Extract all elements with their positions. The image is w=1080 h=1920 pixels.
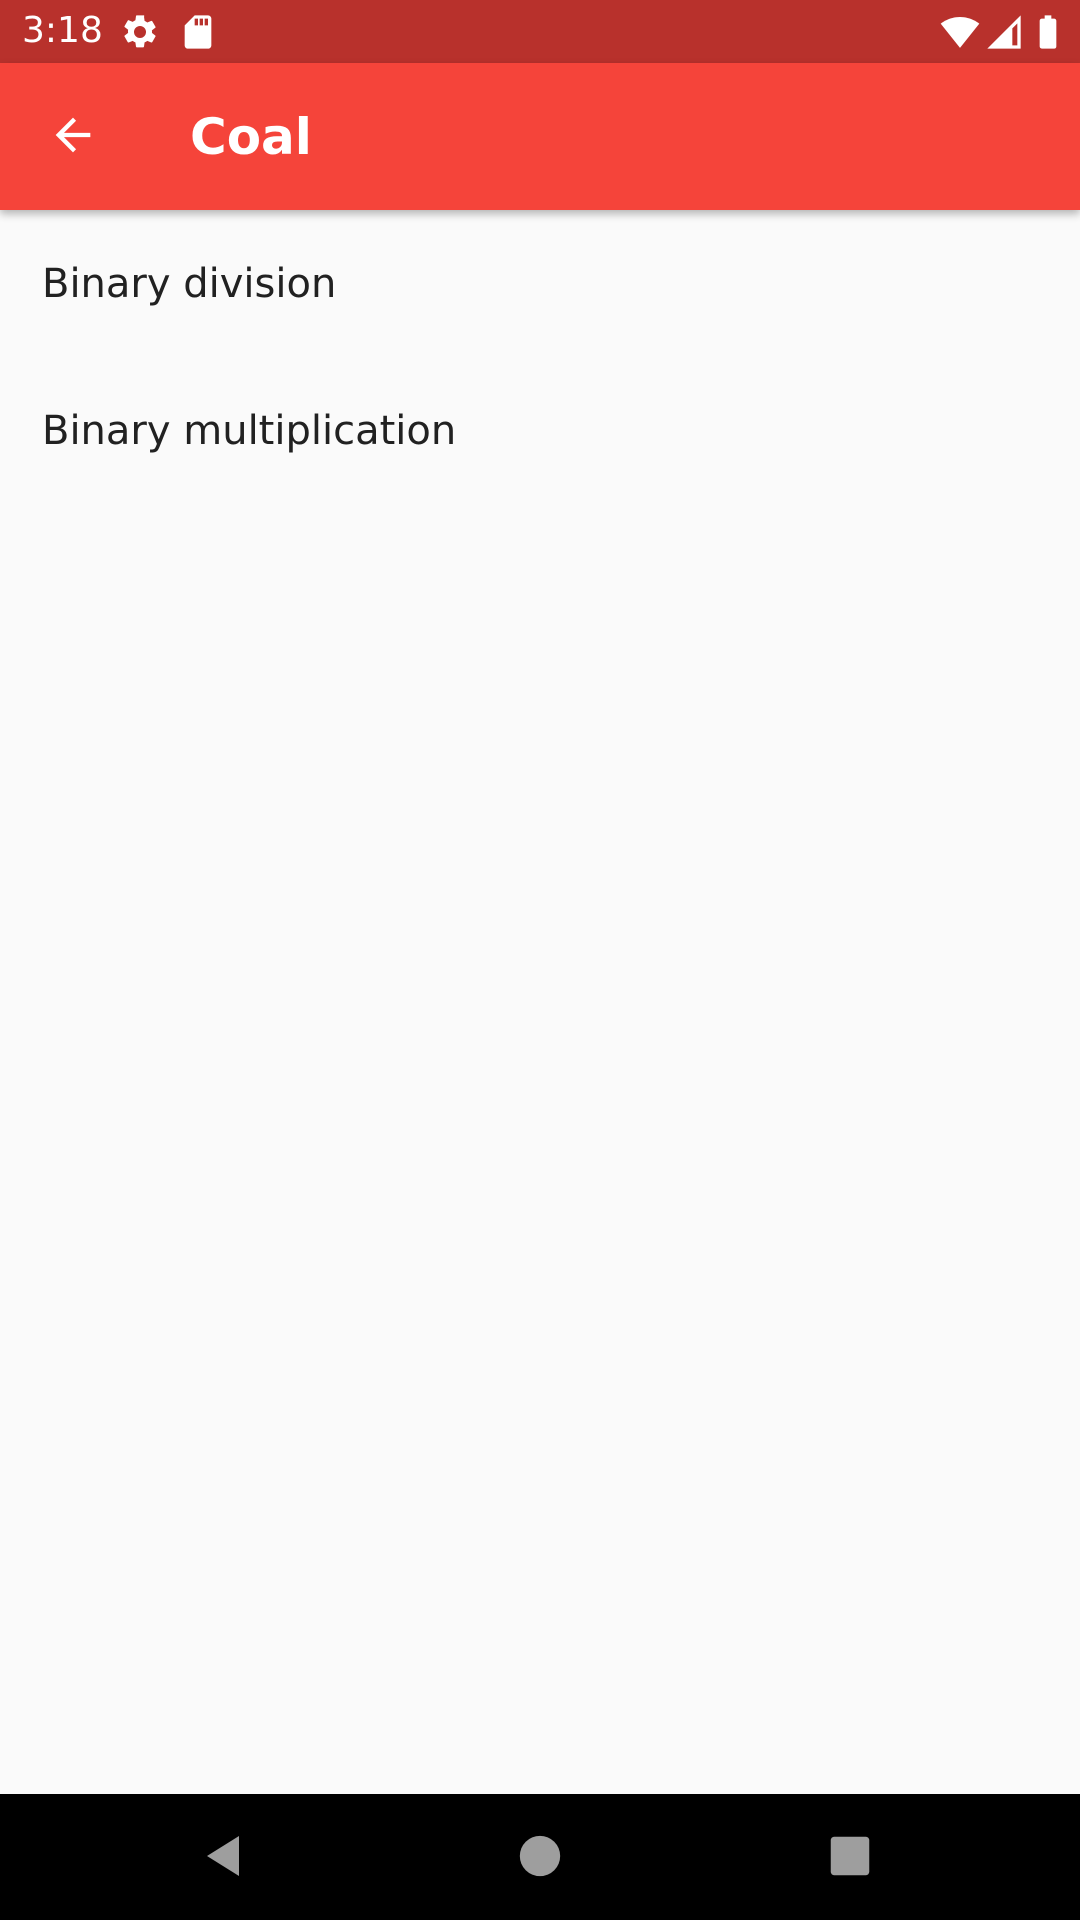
list-item-binary-multiplication[interactable]: Binary multiplication: [0, 357, 1080, 504]
arrow-back-icon: [47, 109, 99, 165]
status-time: 3:18: [22, 10, 103, 51]
wifi-icon: [940, 12, 980, 52]
home-circle-icon: [518, 1834, 562, 1882]
nav-back-button[interactable]: [189, 1822, 261, 1894]
status-bar: 3:18: [0, 0, 1080, 63]
list-item-binary-division[interactable]: Binary division: [0, 210, 1080, 357]
list-item-label: Binary division: [42, 260, 337, 307]
navigation-bar: [0, 1794, 1080, 1920]
list-item-label: Binary multiplication: [42, 407, 457, 454]
topic-list: Binary division Binary multiplication: [0, 210, 1080, 504]
back-triangle-icon: [201, 1832, 249, 1884]
nav-recents-button[interactable]: [814, 1822, 886, 1894]
cell-signal-icon: [984, 12, 1024, 52]
nav-home-button[interactable]: [504, 1822, 576, 1894]
page-title: Coal: [190, 108, 312, 166]
app-bar: Coal: [0, 63, 1080, 210]
gear-icon: [120, 12, 160, 52]
screen: 3:18 Coal Binary division Binary multipl…: [0, 0, 1080, 1920]
recents-square-icon: [829, 1835, 871, 1881]
back-button[interactable]: [26, 105, 120, 169]
battery-icon: [1028, 12, 1068, 52]
sd-card-icon: [178, 12, 218, 52]
